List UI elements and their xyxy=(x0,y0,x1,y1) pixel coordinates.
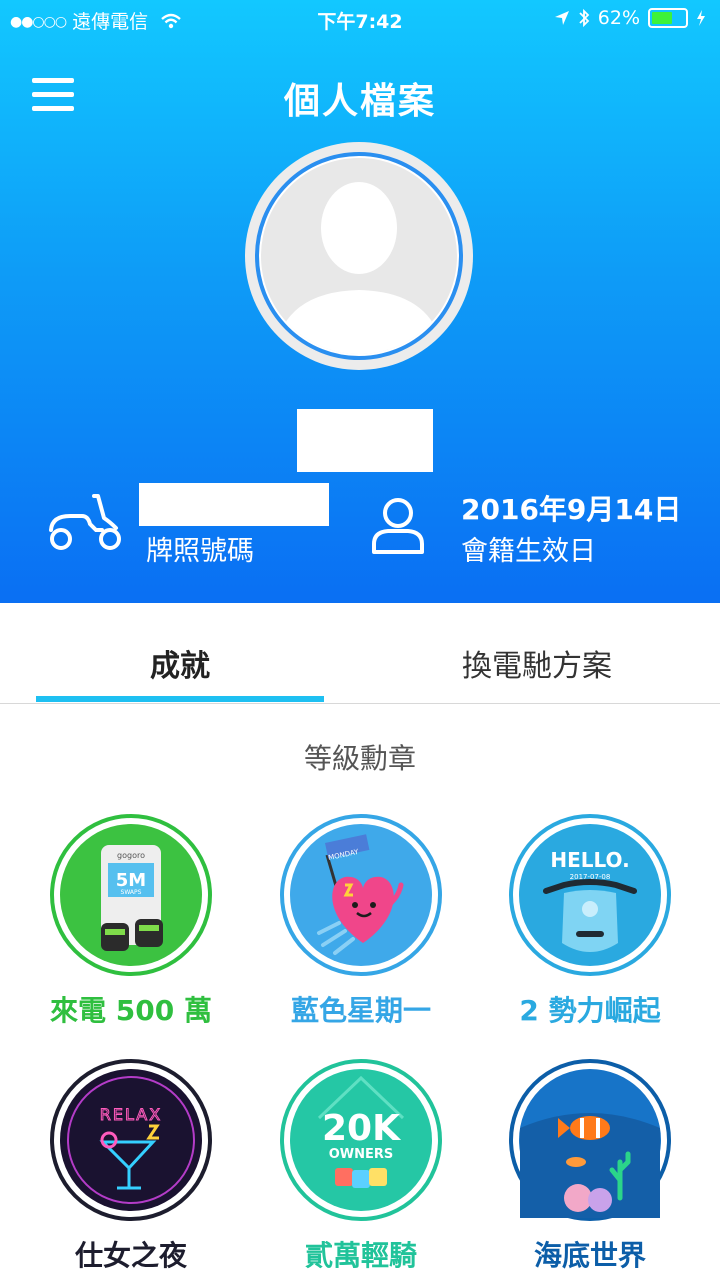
active-tab-indicator xyxy=(36,696,324,702)
badge-label: 來電 500 萬 xyxy=(50,994,212,1027)
avatar[interactable] xyxy=(243,140,475,372)
bluetooth-icon xyxy=(579,8,590,28)
charging-icon xyxy=(697,10,705,26)
tab-achievements[interactable]: 成就 xyxy=(150,641,210,685)
status-bar: ●●○○○ 遠傳電信 下午7:42 62% xyxy=(0,0,720,38)
badge-swaps-small: SWAPS xyxy=(121,889,142,896)
tab-plans[interactable]: 換電馳方案 xyxy=(462,641,612,685)
profile-header: ●●○○○ 遠傳電信 下午7:42 62% 個人檔案 牌照號碼 2016年9月1… xyxy=(0,0,720,603)
badge-label: 藍色星期一 xyxy=(290,994,431,1027)
page-title: 個人檔案 xyxy=(283,81,436,122)
location-arrow-icon xyxy=(554,11,569,25)
badge-underwater-world[interactable]: 海底世界 xyxy=(500,1058,680,1274)
member-since-date: 2016年9月14日 xyxy=(461,493,682,526)
badge-5m-swaps-icon: gogoro 5M SWAPS xyxy=(50,814,212,976)
username-redacted xyxy=(297,409,433,472)
badge-label: 貳萬輕騎 xyxy=(304,1239,417,1272)
badge-swaps-big: 5M xyxy=(116,870,146,891)
badge-underwater-world-icon xyxy=(509,1059,671,1221)
badge-owners-big: 20K xyxy=(322,1108,401,1149)
badge-ladies-night[interactable]: RELAX 仕女之夜 xyxy=(41,1058,221,1274)
badge-owners-small: OWNERS xyxy=(329,1147,394,1162)
badge-brand-text: gogoro xyxy=(117,851,145,860)
tab-bar: 成就 換電馳方案 xyxy=(0,603,720,704)
badge-blue-monday-icon: MONDAY xyxy=(280,814,442,976)
battery-icon xyxy=(648,8,688,28)
badge-relax-text: RELAX xyxy=(100,1105,162,1124)
badge-label: 2 勢力崛起 xyxy=(519,994,661,1027)
badge-20k-owners[interactable]: 20K OWNERS 貳萬輕騎 xyxy=(271,1058,451,1274)
battery-fill xyxy=(652,12,672,24)
battery-percent: 62% xyxy=(597,7,640,29)
badge-hello-text: HELLO. xyxy=(550,848,629,872)
badge-ladies-night-icon: RELAX xyxy=(50,1059,212,1221)
section-title: 等級勳章 xyxy=(303,742,416,775)
person-icon xyxy=(372,498,424,554)
plate-label: 牌照號碼 xyxy=(146,536,254,567)
status-right: 62% xyxy=(554,7,706,29)
badge-rising-force[interactable]: HELLO. 2017-07-08 2 勢力崛起 xyxy=(500,813,680,1029)
badge-20k-owners-icon: 20K OWNERS xyxy=(280,1059,442,1221)
badge-label: 海底世界 xyxy=(533,1239,646,1272)
badge-blue-monday[interactable]: MONDAY 藍色星期一 xyxy=(271,813,451,1029)
member-since-label: 會籍生效日 xyxy=(461,536,596,567)
scooter-icon xyxy=(49,494,121,550)
badge-label: 仕女之夜 xyxy=(74,1239,187,1272)
badge-5m-swaps[interactable]: gogoro 5M SWAPS 來電 500 萬 xyxy=(41,813,221,1029)
plate-number-redacted xyxy=(139,483,329,526)
badge-rising-force-icon: HELLO. 2017-07-08 xyxy=(509,814,671,976)
